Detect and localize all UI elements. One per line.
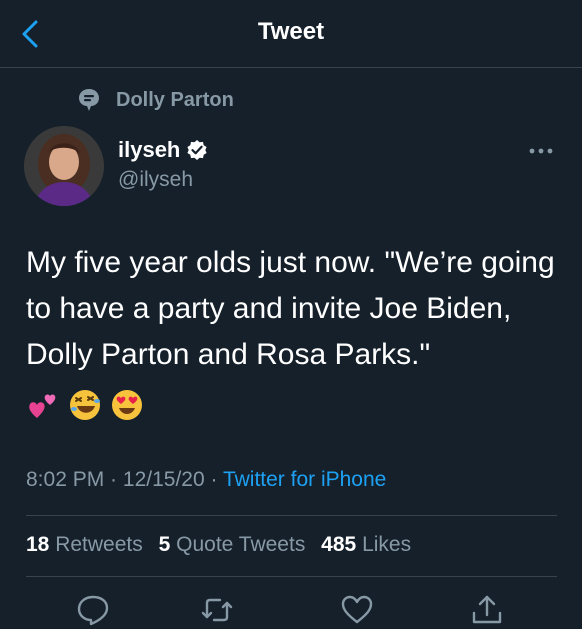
quote-tweets-label: Quote Tweets [176, 533, 306, 556]
divider [26, 576, 557, 577]
verified-badge-icon [187, 140, 207, 160]
retweets-stat[interactable]: 18 Retweets [26, 533, 143, 556]
retweets-count: 18 [26, 533, 50, 556]
retweet-icon[interactable] [200, 593, 234, 627]
topic-label: Dolly Parton [116, 88, 234, 111]
quote-tweets-count: 5 [158, 533, 171, 556]
author-name-row[interactable]: ilyseh [118, 137, 208, 163]
heart-eyes-emoji-icon [112, 390, 142, 420]
likes-stat[interactable]: 485 Likes [321, 533, 411, 556]
two-hearts-emoji-icon [29, 394, 56, 418]
topic-speech-bubble-icon [79, 89, 99, 111]
tweet-date: 12/15/20 [122, 468, 205, 491]
tweet-meta: 8:02 PM · 12/15/20 · Twitter for iPhone [26, 468, 386, 492]
rolling-laughing-emoji-icon [70, 390, 100, 420]
topic-context[interactable]: Dolly Parton [78, 86, 234, 114]
quote-tweets-stat[interactable]: 5 Quote Tweets [159, 533, 306, 556]
avatar[interactable] [24, 126, 104, 206]
divider [26, 515, 557, 516]
likes-label: Likes [362, 533, 412, 556]
tweet-stats: 18 Retweets 5 Quote Tweets 485 Likes [26, 533, 421, 557]
author-handle[interactable]: @ilyseh [118, 168, 193, 192]
heart-icon[interactable] [340, 593, 374, 627]
tweet-text: My five year olds just now. "We’re going… [26, 246, 555, 371]
share-icon[interactable] [470, 593, 504, 627]
retweets-label: Retweets [55, 533, 143, 556]
page-title: Tweet [257, 18, 325, 45]
tweet-source-link[interactable]: Twitter for iPhone [223, 468, 386, 491]
meta-separator: · [204, 468, 223, 491]
meta-separator: · [104, 468, 123, 491]
author-name[interactable]: ilyseh [118, 137, 180, 163]
tweet-time: 8:02 PM [26, 468, 105, 491]
reply-icon[interactable] [76, 593, 110, 627]
emoji-row [26, 388, 152, 422]
avatar-image [24, 126, 104, 206]
more-dots-icon[interactable] [528, 146, 554, 156]
top-bar: Tweet [0, 0, 582, 68]
likes-count: 485 [321, 533, 357, 556]
